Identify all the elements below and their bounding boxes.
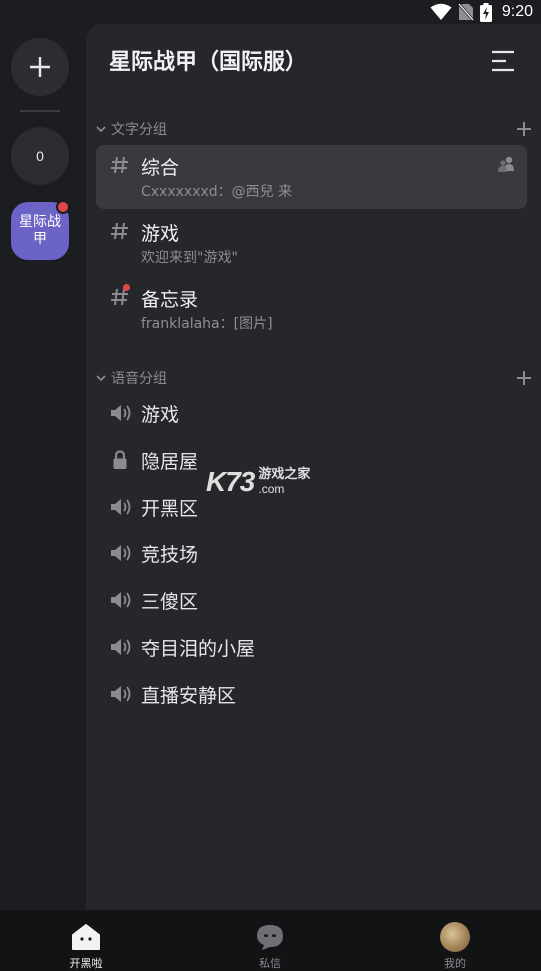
chevron-down-icon xyxy=(96,126,106,133)
watermark-logo: K73 xyxy=(206,466,255,497)
chevron-down-icon xyxy=(96,375,106,382)
members-icon[interactable] xyxy=(497,155,515,173)
voice-channel-name: 夺目泪的小屋 xyxy=(141,638,256,660)
voice-channel-name: 三傻区 xyxy=(141,591,199,613)
status-bar: 9:20 xyxy=(0,0,541,24)
chat-bubble-icon xyxy=(257,925,283,950)
speaker-icon xyxy=(111,639,131,655)
rail-divider xyxy=(20,110,60,112)
voice-channel-arena[interactable]: 竞技场 xyxy=(96,533,527,573)
watermark-domain: .com xyxy=(258,482,285,496)
voice-channel-name: 直播安静区 xyxy=(141,685,237,707)
nav-tab-profile[interactable]: 我的 xyxy=(395,910,515,971)
server-title[interactable]: 星际战甲（国际服） xyxy=(109,44,307,76)
lock-icon xyxy=(113,450,127,469)
add-text-channel-icon[interactable] xyxy=(516,121,532,137)
text-group-label: 文字分组 xyxy=(111,122,167,138)
wifi-icon xyxy=(430,3,452,20)
add-server-button[interactable] xyxy=(11,38,69,96)
speaker-icon xyxy=(111,592,131,608)
server-unread-badge xyxy=(56,200,70,214)
voice-channel-hermitage[interactable]: 隐居屋 xyxy=(96,440,527,480)
voice-channel-trio[interactable]: 三傻区 xyxy=(96,580,527,620)
text-channel-game[interactable]: 游戏 欢迎来到"游戏" xyxy=(96,211,527,275)
watermark-text: 游戏之家 xyxy=(258,467,311,482)
add-voice-channel-icon[interactable] xyxy=(516,370,532,386)
voice-group-label: 语音分组 xyxy=(111,371,167,387)
voice-group-header[interactable]: 语音分组 xyxy=(94,368,534,388)
menu-icon[interactable] xyxy=(489,49,517,73)
k73-watermark: K73 游戏之家 .com xyxy=(206,466,310,498)
channel-last-message: Cxxxxxxxd：@西兒 来 xyxy=(141,184,293,200)
channel-name: 备忘录 xyxy=(141,289,199,311)
speaker-icon xyxy=(111,545,131,561)
speaker-icon xyxy=(111,686,131,702)
hash-icon xyxy=(111,156,128,174)
voice-channel-name: 游戏 xyxy=(141,404,180,426)
voice-channel-game[interactable]: 游戏 xyxy=(96,393,527,433)
nav-label: 私信 xyxy=(259,957,281,970)
battery-charging-icon xyxy=(479,2,492,22)
text-channel-memo[interactable]: 备忘录 franklalaha：[图片] xyxy=(96,277,527,341)
nav-tab-home[interactable]: 开黑啦 xyxy=(26,910,146,971)
voice-channel-party[interactable]: 开黑区 xyxy=(96,487,527,527)
bottom-navigation: 开黑啦 私信 我的 xyxy=(0,910,541,971)
status-icons: 9:20 xyxy=(430,2,533,22)
nav-label: 我的 xyxy=(444,957,466,970)
voice-channel-name: 开黑区 xyxy=(141,498,199,520)
voice-channel-name: 竞技场 xyxy=(141,544,199,566)
home-icon xyxy=(72,924,100,950)
channel-name: 综合 xyxy=(141,157,180,179)
channel-name: 游戏 xyxy=(141,223,180,245)
nav-label: 开黑啦 xyxy=(69,957,103,970)
server-rail: 0 星际战甲 xyxy=(0,24,86,910)
voice-channel-name: 隐居屋 xyxy=(141,451,199,473)
no-sim-icon xyxy=(457,3,474,21)
voice-channel-cabin[interactable]: 夺目泪的小屋 xyxy=(96,627,527,667)
avatar xyxy=(440,922,470,952)
text-channel-general[interactable]: 综合 Cxxxxxxxd：@西兒 来 xyxy=(96,145,527,209)
unread-dot xyxy=(123,284,130,291)
channel-last-message: 欢迎来到"游戏" xyxy=(141,250,238,266)
status-time: 9:20 xyxy=(501,3,533,20)
speaker-icon xyxy=(111,405,131,421)
nav-tab-messages[interactable]: 私信 xyxy=(210,910,330,971)
plus-icon xyxy=(30,57,50,77)
channel-panel: 星际战甲（国际服） 文字分组 综合 Cxxxxxxxd：@西兒 来 游戏 欢迎来… xyxy=(86,24,541,910)
speaker-icon xyxy=(111,499,131,515)
text-group-header[interactable]: 文字分组 xyxy=(94,119,534,139)
hash-icon xyxy=(111,222,128,240)
channel-last-message: franklalaha：[图片] xyxy=(141,316,273,332)
direct-messages-button[interactable]: 0 xyxy=(11,127,69,185)
voice-channel-stream-quiet[interactable]: 直播安静区 xyxy=(96,674,527,714)
